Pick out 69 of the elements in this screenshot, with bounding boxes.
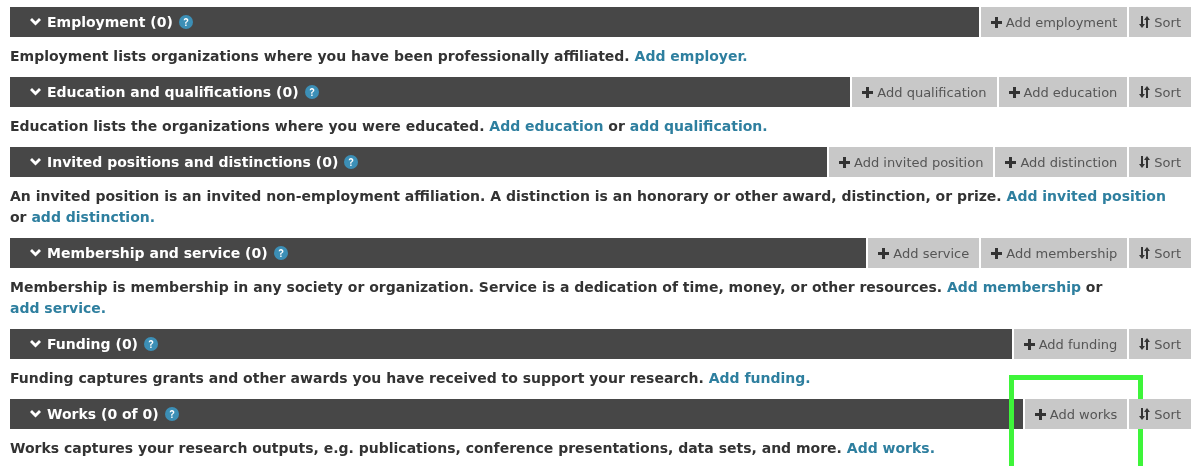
sort-icon [1139, 86, 1151, 98]
add-button[interactable]: Add works [1024, 399, 1128, 429]
section-header[interactable]: Funding (0) [10, 329, 1012, 359]
add-link[interactable]: Add membership [947, 279, 1081, 295]
plus-icon [990, 16, 1002, 28]
sort-button[interactable]: Sort [1129, 7, 1191, 37]
chevron-down-icon [30, 249, 41, 257]
add-button[interactable]: Add funding [1013, 329, 1128, 359]
sort-icon [1139, 408, 1151, 420]
section-title: Funding (0) [47, 336, 139, 352]
plus-icon [838, 156, 850, 168]
plus-icon [1005, 156, 1017, 168]
sort-button[interactable]: Sort [1129, 399, 1191, 429]
section-title: Works (0 of 0) [47, 406, 159, 422]
add-link[interactable]: Add education [489, 118, 604, 134]
section-header[interactable]: Employment (0) [10, 7, 979, 37]
section-description: Education lists the organizations where you were educated. Add education or add qualification. [10, 117, 769, 136]
add-link[interactable]: add service. [10, 300, 107, 316]
help-icon[interactable] [273, 246, 288, 260]
add-button[interactable]: Add education [998, 77, 1128, 107]
section-header[interactable]: Works (0 of 0) [10, 399, 1023, 429]
add-link[interactable]: add qualification. [629, 118, 768, 134]
add-link[interactable]: add distinction. [31, 209, 156, 225]
section-description: Membership is membership in any society or organization. Service is a dedication of time, money, or other resources. Add membership or add service. [10, 278, 1104, 318]
plus-icon [991, 247, 1003, 259]
sort-icon [1139, 338, 1151, 350]
section-description: An invited position is an invited non-employment affiliation. A distinction is an honorary or other award, distinction, or prize. Add invited position or add distinction. [10, 187, 1167, 227]
sort-button[interactable]: Sort [1129, 147, 1191, 177]
add-button[interactable]: Add service [868, 238, 980, 268]
add-link[interactable]: Add funding. [708, 370, 811, 386]
add-button[interactable]: Add invited position [828, 147, 994, 177]
section-description: Works captures your research outputs, e.g. publications, conference presentations, data sets, and more. Add works. [10, 439, 936, 458]
section-title: Invited positions and distinctions (0) [47, 154, 339, 170]
chevron-down-icon [30, 410, 41, 418]
section-description: Employment lists organizations where you have been professionally affiliated. Add employer. [10, 47, 749, 66]
plus-icon [878, 247, 890, 259]
sort-icon [1139, 247, 1151, 259]
section-header[interactable]: Invited positions and distinctions (0) [10, 147, 827, 177]
sort-button[interactable]: Sort [1129, 77, 1191, 107]
chevron-down-icon [30, 158, 41, 166]
chevron-down-icon [30, 340, 41, 348]
add-button[interactable]: Add membership [981, 238, 1128, 268]
help-icon[interactable] [144, 337, 159, 351]
section-title: Education and qualifications (0) [47, 84, 299, 100]
sort-button[interactable]: Sort [1129, 238, 1191, 268]
sort-icon [1139, 16, 1151, 28]
help-icon[interactable] [164, 407, 179, 421]
help-icon[interactable] [178, 15, 193, 29]
plus-icon [862, 86, 874, 98]
sort-icon [1139, 156, 1151, 168]
plus-icon [1023, 338, 1035, 350]
plus-icon [1034, 408, 1046, 420]
add-link[interactable]: Add invited position [1006, 188, 1166, 204]
chevron-down-icon [30, 88, 41, 96]
add-button[interactable]: Add qualification [852, 77, 997, 107]
add-button[interactable]: Add employment [980, 7, 1128, 37]
section-title: Membership and service (0) [47, 245, 268, 261]
help-icon[interactable] [344, 155, 359, 169]
section-description: Funding captures grants and other awards you have received to support your research. Add funding. [10, 369, 812, 388]
add-link[interactable]: Add works. [846, 440, 935, 456]
add-link[interactable]: Add employer. [634, 48, 748, 64]
section-title: Employment (0) [47, 14, 173, 30]
plus-icon [1008, 86, 1020, 98]
section-header[interactable]: Education and qualifications (0) [10, 77, 851, 107]
help-icon[interactable] [304, 85, 319, 99]
chevron-down-icon [30, 18, 41, 26]
add-button[interactable]: Add distinction [995, 147, 1128, 177]
section-header[interactable]: Membership and service (0) [10, 238, 867, 268]
sort-button[interactable]: Sort [1129, 329, 1191, 359]
